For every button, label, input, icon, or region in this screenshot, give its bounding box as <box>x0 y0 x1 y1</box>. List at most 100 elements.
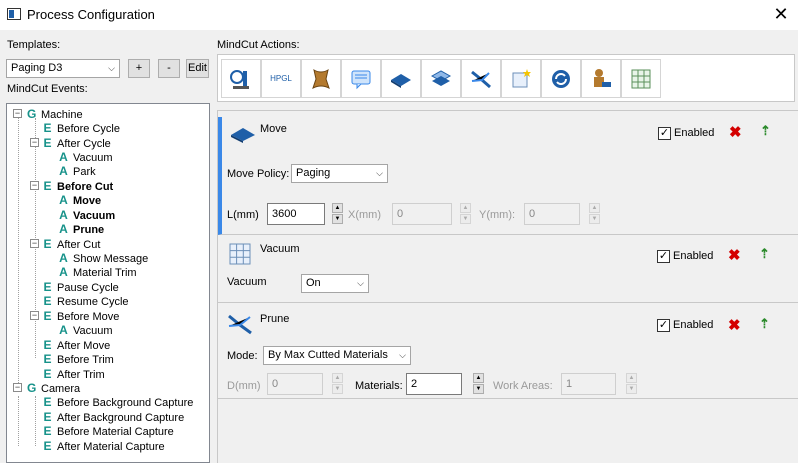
tree-node-after-cut[interactable]: E After Cut <box>43 237 100 251</box>
move-up-prune-button[interactable]: ⇡ <box>759 316 770 332</box>
collapse-before-move-icon[interactable]: − <box>30 311 39 320</box>
vacuum-action-card[interactable]: Vacuum ✓ Enabled ✖ ⇡ Vacuum State: On ⌵ <box>218 236 798 303</box>
y-mm-label: Y(mm): <box>479 209 516 221</box>
spin-down-icon[interactable]: ▼ <box>460 214 471 224</box>
spin-up-icon[interactable]: ▲ <box>626 373 637 383</box>
prune-action-card[interactable]: Prune ✓ Enabled ✖ ⇡ Mode: By Max Cutted … <box>218 304 798 399</box>
tree-node-before-background-capture[interactable]: E Before Background Capture <box>43 395 193 409</box>
tree-node-before-cut[interactable]: E Before Cut <box>43 179 113 193</box>
tree-node-vacuum[interactable]: A Vacuum <box>59 150 112 164</box>
d-mm-input[interactable]: 0 <box>267 373 323 395</box>
grid-tool-button[interactable] <box>621 59 661 98</box>
tree-node-resume-cycle[interactable]: E Resume Cycle <box>43 294 128 308</box>
action-icon: A <box>59 222 68 236</box>
tree-node-after-move[interactable]: E After Move <box>43 338 110 352</box>
work-areas-stepper[interactable]: ▲ ▼ <box>626 373 637 395</box>
move-policy-select[interactable]: Paging ⌵ <box>291 164 388 183</box>
prune-mode-select[interactable]: By Max Cutted Materials ⌵ <box>263 346 411 365</box>
move-up-move-button[interactable]: ⇡ <box>760 123 771 139</box>
delete-move-button[interactable]: ✖ <box>729 123 742 141</box>
tree-node-before-material-capture[interactable]: E Before Material Capture <box>43 424 173 438</box>
tree-node-vacuum[interactable]: A Vacuum <box>59 323 112 337</box>
tree-node-label: Show Message <box>73 253 149 265</box>
prune-mode-label: Mode: <box>227 350 258 362</box>
move-stack-tool-button[interactable] <box>421 59 461 98</box>
enabled-label: Enabled <box>674 127 715 139</box>
prune-enabled-checkbox[interactable]: ✓ Enabled <box>657 318 713 332</box>
checkbox-mark: ✓ <box>658 126 671 140</box>
hpgl-icon: HPGL <box>270 74 292 83</box>
tree-node-machine[interactable]: G Machine <box>27 107 83 121</box>
tree-node-park[interactable]: A Park <box>59 164 95 178</box>
edit-template-button[interactable]: Edit <box>186 59 209 78</box>
delete-prune-button[interactable]: ✖ <box>728 316 741 334</box>
probe-tool-button[interactable] <box>221 59 261 98</box>
spin-up-icon[interactable]: ▲ <box>460 203 471 213</box>
spin-up-icon[interactable]: ▲ <box>332 203 343 213</box>
template-select[interactable]: Paging D3 ⌵ <box>6 59 120 78</box>
chevron-down-icon: ⌵ <box>357 278 364 288</box>
collapse-after-cut-icon[interactable]: − <box>30 239 39 248</box>
d-mm-stepper[interactable]: ▲ ▼ <box>332 373 343 395</box>
add-template-button[interactable]: + <box>128 59 150 78</box>
actions-label: MindCut Actions: <box>217 39 300 51</box>
star-grid-tool-button[interactable] <box>501 59 541 98</box>
spin-down-icon[interactable]: ▼ <box>626 384 637 394</box>
move-policy-value: Paging <box>296 167 331 179</box>
tree-node-after-background-capture[interactable]: E After Background Capture <box>43 410 184 424</box>
spin-up-icon[interactable]: ▲ <box>332 373 343 383</box>
tree-node-after-material-capture[interactable]: E After Material Capture <box>43 439 164 453</box>
tree-node-material-trim[interactable]: A Material Trim <box>59 265 136 279</box>
move-action-card[interactable]: Move ✓ Enabled ✖ ⇡ Move Policy: Paging ⌵… <box>218 117 798 235</box>
collapse-machine-icon[interactable]: − <box>13 109 22 118</box>
hpgl-tool-button[interactable]: HPGL <box>261 59 301 98</box>
message-icon <box>351 70 371 89</box>
spin-down-icon[interactable]: ▼ <box>332 214 343 224</box>
collapse-after-cycle-icon[interactable]: − <box>30 138 39 147</box>
materials-input[interactable]: 2 <box>406 373 462 395</box>
tree-node-prune[interactable]: A Prune <box>59 222 104 236</box>
tree-node-after-cycle[interactable]: E After Cycle <box>43 136 110 150</box>
spin-down-icon[interactable]: ▼ <box>473 384 484 394</box>
collapse-before-cut-icon[interactable]: − <box>30 181 39 190</box>
spin-up-icon[interactable]: ▲ <box>589 203 600 213</box>
message-tool-button[interactable] <box>341 59 381 98</box>
tree-node-before-cycle[interactable]: E Before Cycle <box>43 121 120 135</box>
leather-tool-button[interactable] <box>301 59 341 98</box>
y-mm-stepper[interactable]: ▲ ▼ <box>589 203 600 225</box>
tree-node-pause-cycle[interactable]: E Pause Cycle <box>43 280 118 294</box>
delete-vacuum-button[interactable]: ✖ <box>728 246 741 264</box>
prune-tool-button[interactable] <box>461 59 501 98</box>
tree-node-before-move[interactable]: E Before Move <box>43 309 119 323</box>
vacuum-state-select[interactable]: On ⌵ <box>301 274 369 293</box>
tree-node-show-message[interactable]: A Show Message <box>59 251 148 265</box>
events-tree[interactable]: − − − − − − G Machine E Before Cycle E Afte… <box>6 103 210 463</box>
tree-node-before-trim[interactable]: E Before Trim <box>43 352 113 366</box>
l-mm-stepper[interactable]: ▲ ▼ <box>332 203 343 225</box>
y-mm-input[interactable]: 0 <box>524 203 580 225</box>
x-mm-stepper[interactable]: ▲ ▼ <box>460 203 471 225</box>
tree-line <box>35 396 36 446</box>
tree-node-move[interactable]: A Move <box>59 193 101 207</box>
work-areas-input[interactable]: 1 <box>561 373 616 395</box>
event-icon: E <box>43 309 52 323</box>
move-tool-button[interactable] <box>381 59 421 98</box>
vacuum-enabled-checkbox[interactable]: ✓ Enabled <box>657 249 713 263</box>
materials-stepper[interactable]: ▲ ▼ <box>473 373 484 395</box>
tree-node-vacuum[interactable]: A Vacuum <box>59 208 115 222</box>
spin-down-icon[interactable]: ▼ <box>332 384 343 394</box>
move-up-vacuum-button[interactable]: ⇡ <box>759 246 770 262</box>
spin-down-icon[interactable]: ▼ <box>589 214 600 224</box>
tree-node-camera[interactable]: G Camera <box>27 381 80 395</box>
remove-template-button[interactable]: - <box>158 59 180 78</box>
operator-tool-button[interactable] <box>581 59 621 98</box>
refresh-tool-button[interactable] <box>541 59 581 98</box>
move-enabled-checkbox[interactable]: ✓ Enabled <box>658 126 714 140</box>
spin-up-icon[interactable]: ▲ <box>473 373 484 383</box>
l-mm-input[interactable]: 3600 <box>267 203 325 225</box>
collapse-camera-icon[interactable]: − <box>13 383 22 392</box>
close-button[interactable]: ✕ <box>768 2 794 26</box>
x-mm-input[interactable]: 0 <box>392 203 452 225</box>
l-mm-label: L(mm) <box>227 209 259 221</box>
tree-node-after-trim[interactable]: E After Trim <box>43 367 104 381</box>
